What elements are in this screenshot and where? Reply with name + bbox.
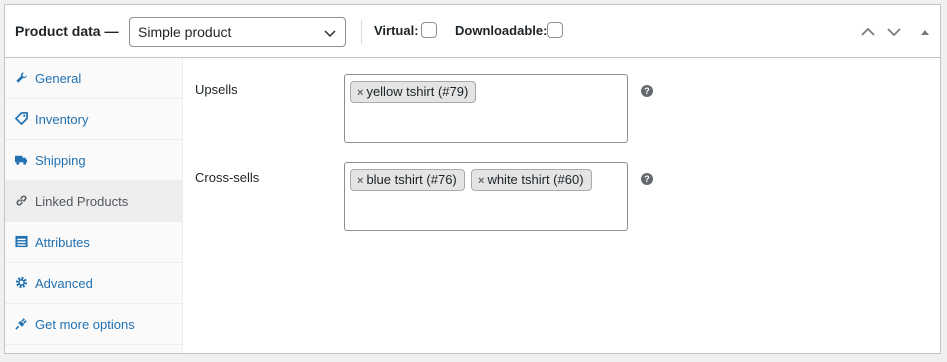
tab-label: Inventory (35, 112, 89, 127)
tab-linked-products[interactable]: Linked Products (5, 181, 182, 222)
tag-label: yellow tshirt (#79) (366, 84, 469, 99)
help-icon[interactable]: ? (641, 173, 653, 185)
move-up-icon[interactable] (859, 23, 877, 41)
chevron-down-icon (324, 30, 336, 38)
downloadable-checkbox[interactable] (547, 22, 563, 38)
tab-shipping[interactable]: Shipping (5, 140, 182, 181)
virtual-label: Virtual: (374, 23, 419, 38)
tab-label: Get more options (35, 317, 135, 332)
tab-label: Shipping (35, 153, 86, 168)
tab-label: Advanced (35, 276, 93, 291)
tab-get-more-options[interactable]: Get more options (5, 304, 182, 345)
virtual-checkbox[interactable] (421, 22, 437, 38)
remove-tag-button[interactable]: × (357, 175, 363, 187)
move-down-icon[interactable] (885, 23, 903, 41)
upsells-label: Upsells (195, 82, 238, 97)
product-type-value: Simple product (138, 24, 232, 40)
wrench-icon (16, 72, 27, 83)
product-type-select[interactable]: Simple product (129, 17, 346, 47)
toggle-panel-icon[interactable] (916, 23, 934, 41)
header-divider (361, 20, 362, 44)
cross-sells-label: Cross-sells (195, 170, 260, 185)
help-icon[interactable]: ? (641, 85, 653, 97)
tab-label: Attributes (35, 235, 90, 250)
tab-label: General (35, 71, 82, 86)
cross-sell-tag: × white tshirt (#60) (471, 169, 592, 191)
tab-general[interactable]: General (5, 58, 182, 99)
plug-icon (15, 318, 27, 330)
list-icon (15, 235, 28, 248)
cross-sell-tag: × blue tshirt (#76) (350, 169, 465, 191)
upsell-tag: × yellow tshirt (#79) (350, 81, 477, 103)
panel-title: Product data — (15, 23, 119, 39)
tab-advanced[interactable]: Advanced (5, 263, 182, 304)
link-icon (16, 195, 27, 206)
tab-attributes[interactable]: Attributes (5, 222, 182, 263)
upsells-input[interactable]: × yellow tshirt (#79) (344, 74, 628, 143)
downloadable-label: Downloadable: (455, 23, 548, 38)
tag-label: white tshirt (#60) (487, 172, 584, 187)
remove-tag-button[interactable]: × (357, 87, 363, 99)
remove-tag-button[interactable]: × (478, 175, 484, 187)
cross-sells-input[interactable]: × blue tshirt (#76) × white tshirt (#60) (344, 162, 628, 231)
panel-header: Product data — Simple product Virtual: D… (5, 5, 940, 58)
tag-icon (15, 112, 28, 125)
gear-icon (15, 276, 28, 289)
truck-icon (15, 155, 28, 165)
tab-label: Linked Products (35, 194, 129, 209)
linked-products-panel: Upsells × yellow tshirt (#79) ? Cross-sel… (183, 58, 940, 353)
product-data-panel: Product data — Simple product Virtual: D… (4, 4, 941, 354)
tag-label: blue tshirt (#76) (366, 172, 457, 187)
tab-inventory[interactable]: Inventory (5, 99, 182, 140)
product-data-tabs: General Inventory Shipping Linked Produc… (5, 58, 183, 353)
